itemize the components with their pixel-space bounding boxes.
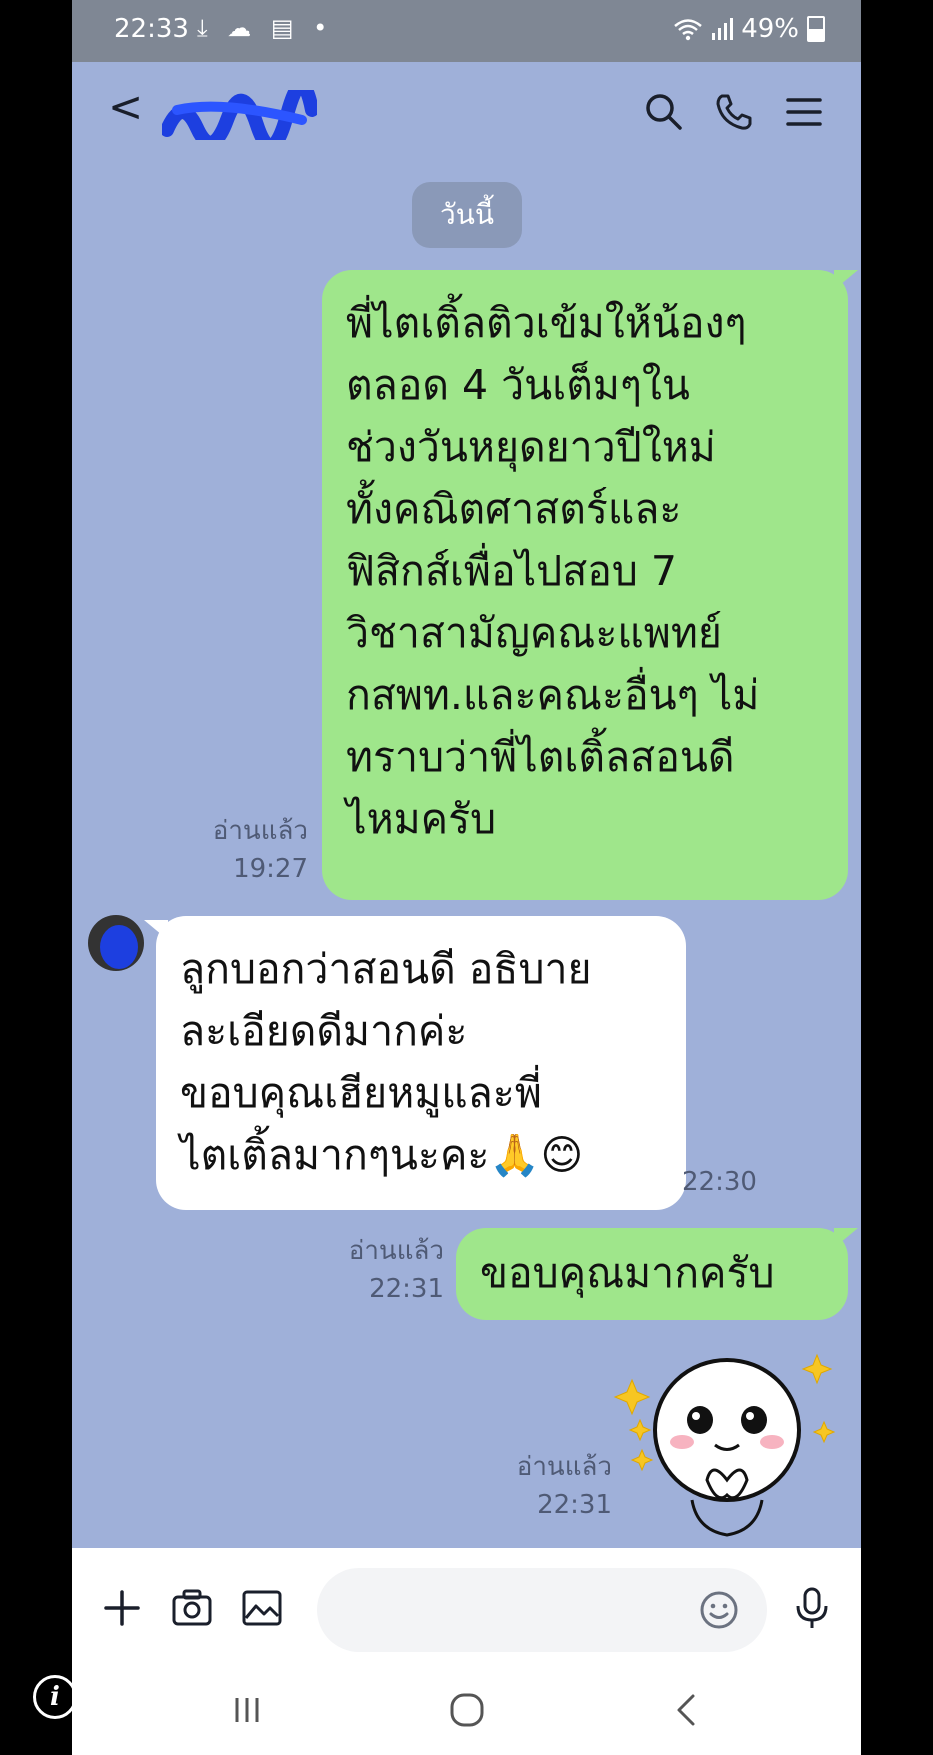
back-button[interactable]: < [108, 82, 143, 131]
chat-header: < [72, 62, 861, 162]
message-time: 22:31 [369, 1274, 444, 1304]
phone-screen: 22:33 ⤓ ☁ ▤ • 49% < วันนี้ พี่ไตเติ้ลติว… [72, 0, 861, 1755]
message-time: 19:27 [233, 854, 308, 884]
message-line: ละเอียดดีมากค่ะ [180, 1007, 468, 1055]
signal-icon [712, 18, 734, 40]
date-divider: วันนี้ [412, 182, 522, 248]
status-time: 22:33 [114, 14, 189, 44]
menu-icon[interactable] [782, 90, 826, 134]
message-line: กสพท.และคณะอื่นๆ ไม่ [346, 671, 760, 719]
home-icon[interactable] [447, 1690, 487, 1730]
notification-icons: ⤓ ☁ ▤ • [197, 14, 334, 42]
message-line: พี่ไตเติ้ลติวเข้มให้น้องๆ [346, 299, 747, 347]
message-line: ขอบคุณมากครับ [480, 1249, 775, 1297]
sent-message-bubble[interactable]: ขอบคุณมากครับ [456, 1228, 858, 1320]
read-receipt: อ่านแล้ว [516, 1452, 612, 1482]
sticker-image[interactable] [612, 1330, 842, 1540]
emoji-icon[interactable] [699, 1590, 739, 1630]
search-icon[interactable] [642, 90, 686, 134]
mic-icon[interactable] [790, 1586, 834, 1630]
message-input[interactable] [317, 1568, 767, 1652]
info-icon[interactable]: i [33, 1675, 77, 1719]
message-line: ช่วงวันหยุดยาวปีใหม่ [346, 423, 716, 471]
message-line: ไหมครับ [346, 795, 497, 843]
status-bar: 22:33 ⤓ ☁ ▤ • 49% [72, 0, 861, 62]
message-meta: 22:30 [682, 1163, 782, 1201]
received-message-bubble[interactable]: ลูกบอกว่าสอนดี อธิบาย ละเอียดดีมากค่ะ ขอ… [144, 916, 686, 1210]
message-line: ตลอด 4 วันเต็มๆใน [346, 361, 690, 409]
redacted-contact-name [162, 90, 317, 140]
message-line: ไตเติ้ลมากๆนะคะ🙏😊 [180, 1131, 584, 1179]
phone-icon[interactable] [712, 90, 756, 134]
message-meta: อ่านแล้ว 22:31 [472, 1448, 612, 1524]
back-nav-icon[interactable] [667, 1690, 707, 1730]
wifi-icon [674, 19, 703, 41]
contact-avatar[interactable] [88, 915, 144, 971]
status-right: 49% [673, 14, 825, 44]
plus-icon[interactable] [100, 1586, 144, 1630]
message-meta: อ่านแล้ว 19:27 [172, 812, 308, 888]
camera-icon[interactable] [170, 1586, 214, 1630]
system-nav-bar [72, 1668, 861, 1755]
battery-icon [807, 16, 825, 42]
recent-apps-icon[interactable] [227, 1690, 267, 1730]
message-time: 22:30 [682, 1167, 757, 1197]
message-line: วิชาสามัญคณะแพทย์ [346, 609, 722, 657]
message-line: ทั้งคณิตศาสตร์และ [346, 485, 682, 533]
message-line: ทราบว่าพี่ไตเติ้ลสอนดี [346, 733, 735, 781]
message-line: ฟิสิกส์เพื่อไปสอบ 7 [346, 547, 678, 595]
message-meta: อ่านแล้ว 22:31 [322, 1232, 444, 1308]
read-receipt: อ่านแล้ว [348, 1236, 444, 1266]
message-line: ลูกบอกว่าสอนดี อธิบาย [180, 945, 592, 993]
message-line: ขอบคุณเฮียหมูและพี่ [180, 1069, 542, 1117]
message-input-bar [72, 1548, 861, 1668]
battery-percent: 49% [741, 14, 799, 44]
message-time: 22:31 [537, 1490, 612, 1520]
read-receipt: อ่านแล้ว [212, 816, 308, 846]
sent-message-bubble[interactable]: พี่ไตเติ้ลติวเข้มให้น้องๆ ตลอด 4 วันเต็ม… [322, 270, 858, 900]
image-icon[interactable] [240, 1586, 284, 1630]
